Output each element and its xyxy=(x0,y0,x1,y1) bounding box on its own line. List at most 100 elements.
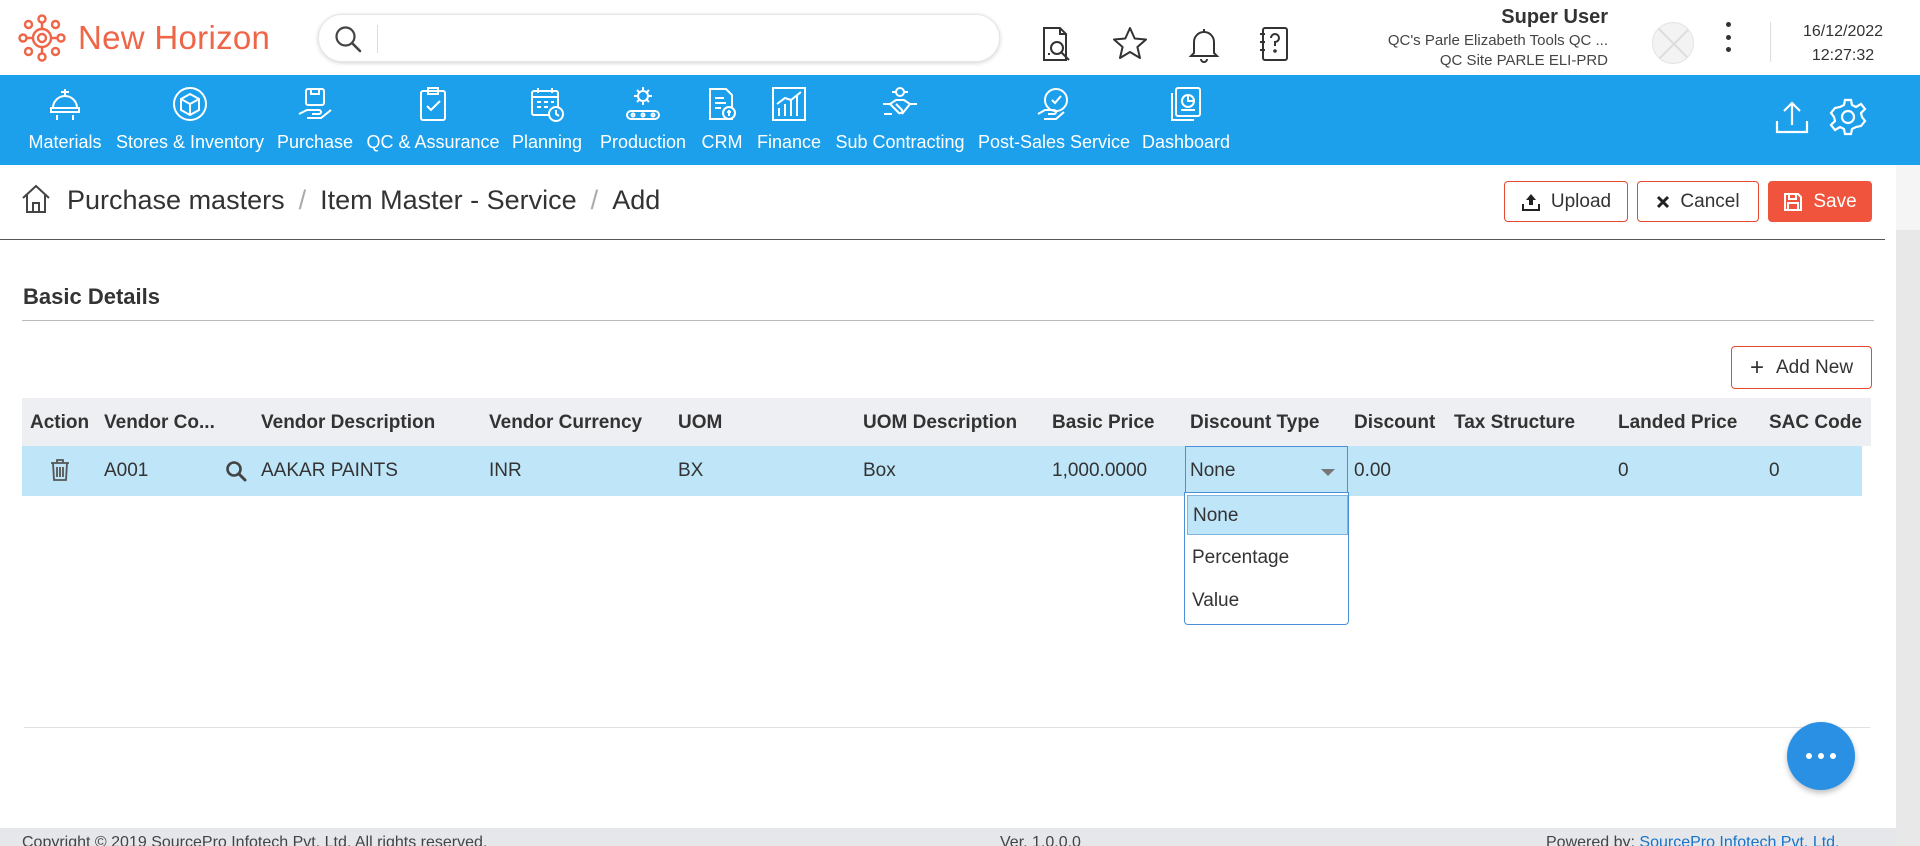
footer-powered-link[interactable]: SourcePro Infotech Pvt. Ltd. xyxy=(1639,834,1839,846)
gear-icon[interactable] xyxy=(1826,95,1870,139)
search-input[interactable] xyxy=(389,23,979,53)
user-name: Super User xyxy=(1501,6,1608,28)
cell-vendor-currency: INR xyxy=(489,460,522,481)
search-divider xyxy=(377,25,378,53)
nav-label: Finance xyxy=(756,132,822,152)
footer-version: Ver. 1.0.0.0 xyxy=(1000,834,1081,846)
post-sales-icon xyxy=(1034,84,1074,124)
option-percentage[interactable]: Percentage xyxy=(1187,538,1348,578)
nav-dashboard[interactable]: Dashboard xyxy=(1142,75,1230,165)
footer: Copyright © 2019 SourcePro Infotech Pvt.… xyxy=(0,828,1896,846)
dashboard-icon xyxy=(1166,84,1206,124)
production-icon xyxy=(623,84,663,124)
col-sac-code[interactable]: SAC Code xyxy=(1769,412,1862,434)
breadcrumb-purchase-masters[interactable]: Purchase masters xyxy=(67,185,285,216)
upload-icon[interactable] xyxy=(1770,95,1814,139)
help-notebook-icon[interactable] xyxy=(1252,22,1296,66)
col-uom[interactable]: UOM xyxy=(678,412,722,434)
gear-logo-icon xyxy=(18,14,66,62)
app-logo[interactable]: New Horizon xyxy=(18,14,270,62)
nav-planning[interactable]: Planning xyxy=(511,75,583,165)
nav-label: Purchase xyxy=(276,132,354,152)
nav-post-sales-service[interactable]: Post-Sales Service xyxy=(977,75,1131,165)
document-search-icon[interactable] xyxy=(1034,22,1078,66)
user-info: Super User QC's Parle Elizabeth Tools QC… xyxy=(1388,6,1608,69)
col-landed-price[interactable]: Landed Price xyxy=(1618,412,1737,434)
global-search[interactable] xyxy=(318,14,1000,62)
add-new-label: Add New xyxy=(1775,356,1854,378)
col-tax-structure[interactable]: Tax Structure xyxy=(1454,412,1575,434)
col-uom-description[interactable]: UOM Description xyxy=(863,412,1017,434)
cell-discount[interactable]: 0.00 xyxy=(1354,460,1391,482)
home-icon[interactable] xyxy=(20,183,52,220)
nav-label: QC & Assurance xyxy=(366,132,500,152)
nav-qc-assurance[interactable]: QC & Assurance xyxy=(366,75,500,165)
app-name: New Horizon xyxy=(78,19,271,56)
qc-icon xyxy=(413,84,453,124)
breadcrumb-separator: / xyxy=(590,185,599,215)
nav-label: Post-Sales Service xyxy=(977,132,1131,152)
upload-button[interactable]: Upload xyxy=(1504,181,1628,222)
col-vendor-currency[interactable]: Vendor Currency xyxy=(489,412,642,434)
nav-label: Production xyxy=(599,132,687,152)
nav-label: Stores & Inventory xyxy=(115,132,265,152)
search-icon[interactable] xyxy=(225,460,247,487)
star-icon[interactable] xyxy=(1108,22,1152,66)
nav-purchase[interactable]: Purchase xyxy=(276,75,354,165)
date-time: 16/12/2022 12:27:32 xyxy=(1776,20,1910,68)
cell-uom-description: Box xyxy=(863,460,896,481)
discount-type-select[interactable]: None xyxy=(1185,446,1348,496)
user-site: QC Site PARLE ELI-PRD xyxy=(1439,52,1608,69)
add-new-button[interactable]: + Add New xyxy=(1731,346,1872,389)
vertical-scrollbar[interactable] xyxy=(1896,165,1920,846)
breadcrumb-item-master-service[interactable]: Item Master - Service xyxy=(320,185,577,216)
trash-icon[interactable] xyxy=(49,458,71,487)
nav-sub-contracting[interactable]: Sub Contracting xyxy=(835,75,965,165)
footer-powered-label: Powered by: xyxy=(1546,834,1640,846)
nav-label: CRM xyxy=(701,132,743,152)
scrollbar-track[interactable] xyxy=(1896,165,1920,230)
more-menu-icon[interactable] xyxy=(1720,20,1736,54)
nav-label: Planning xyxy=(511,132,583,152)
close-icon xyxy=(1656,195,1670,209)
chat-button[interactable] xyxy=(1787,722,1855,790)
discount-type-dropdown: None Percentage Value xyxy=(1184,492,1349,625)
bell-icon[interactable] xyxy=(1182,22,1226,66)
chevron-down-icon[interactable] xyxy=(1321,469,1335,476)
header-divider xyxy=(1770,22,1771,62)
top-bar: New Horizon Super User QC's Parle Elizab… xyxy=(0,0,1920,75)
cancel-label: Cancel xyxy=(1680,190,1740,212)
nav-crm[interactable]: CRM xyxy=(700,75,744,165)
search-icon[interactable] xyxy=(333,24,363,59)
breadcrumb-separator: / xyxy=(298,185,307,215)
option-value[interactable]: Value xyxy=(1187,581,1348,621)
col-discount[interactable]: Discount xyxy=(1354,412,1435,434)
nav-finance[interactable]: Finance xyxy=(756,75,822,165)
nav-stores-inventory[interactable]: Stores & Inventory xyxy=(115,75,265,165)
option-none[interactable]: None xyxy=(1187,495,1348,535)
cell-sac-code: 0 xyxy=(1769,460,1780,481)
breadcrumb: Purchase masters / Item Master - Service… xyxy=(67,185,660,216)
cell-vendor-code[interactable]: A001 xyxy=(104,460,148,482)
main-nav: Materials Stores & Inventory Purchase QC… xyxy=(0,75,1920,165)
floppy-disk-icon xyxy=(1783,192,1803,212)
col-vendor-description[interactable]: Vendor Description xyxy=(261,412,435,434)
save-button[interactable]: Save xyxy=(1768,181,1872,222)
col-vendor-code[interactable]: Vendor Co... xyxy=(104,412,215,434)
cell-landed-price: 0 xyxy=(1618,460,1629,481)
chat-dots-icon xyxy=(1806,753,1836,759)
content-divider xyxy=(24,727,1870,728)
save-label: Save xyxy=(1813,190,1857,212)
col-discount-type[interactable]: Discount Type xyxy=(1190,412,1320,434)
nav-materials[interactable]: Materials xyxy=(28,75,102,165)
cancel-button[interactable]: Cancel xyxy=(1637,181,1759,222)
current-date: 16/12/2022 xyxy=(1802,23,1884,40)
purchase-icon xyxy=(295,84,335,124)
subcontracting-icon xyxy=(880,84,920,124)
nav-label: Materials xyxy=(28,132,102,152)
col-basic-price[interactable]: Basic Price xyxy=(1052,412,1154,434)
avatar[interactable] xyxy=(1652,22,1694,64)
cell-basic-price[interactable]: 1,000.0000 xyxy=(1052,460,1147,482)
table-row[interactable]: A001 AAKAR PAINTS INR BX Box 1,000.0000 … xyxy=(22,446,1862,496)
nav-production[interactable]: Production xyxy=(598,75,688,165)
